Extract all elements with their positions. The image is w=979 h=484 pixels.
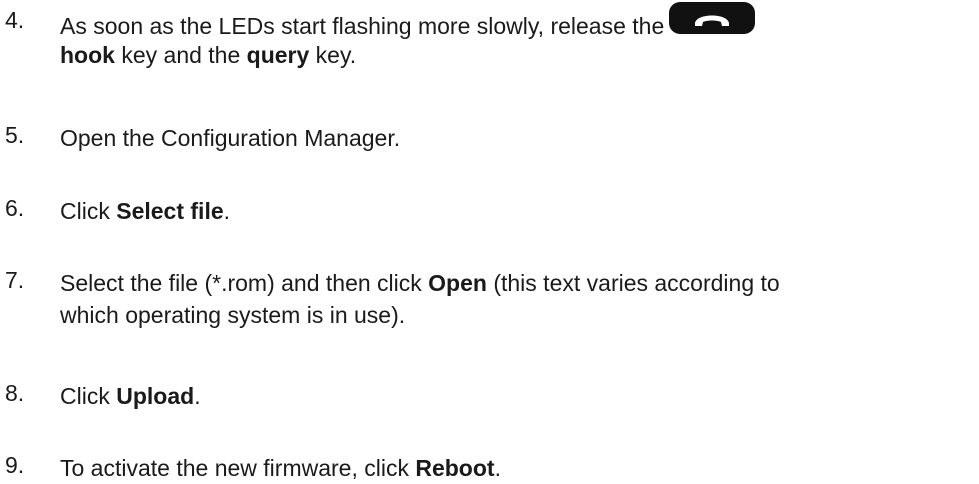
query-key-label: query xyxy=(246,42,310,68)
select-file-label: Select file xyxy=(116,198,224,224)
step-text-segment: Select the file (*.rom) and then click xyxy=(60,270,429,296)
hook-key-label: hook xyxy=(60,42,115,68)
step-text-segment: . xyxy=(494,455,501,481)
reboot-label: Reboot xyxy=(415,455,495,481)
hook-key-icon xyxy=(668,1,756,43)
step-line: To activate the new firmware, click Rebo… xyxy=(60,452,975,484)
step-number: 4. xyxy=(5,7,25,33)
step-text: Click Upload. xyxy=(60,380,975,412)
step-text-segment: key and the xyxy=(114,42,247,68)
step-text: As soon as the LEDs start flashing more … xyxy=(60,2,975,71)
step-line: Click Upload. xyxy=(60,380,975,412)
step-text-segment: Click xyxy=(60,383,117,409)
step-text-segment: To activate the new firmware, click xyxy=(60,455,416,481)
step-text: Open the Configuration Manager. xyxy=(60,122,975,154)
step-number: 6. xyxy=(5,195,25,221)
step-line: Open the Configuration Manager. xyxy=(60,125,401,151)
step-number: 5. xyxy=(5,122,25,148)
step-text: Select the file (*.rom) and then click O… xyxy=(60,267,975,331)
step-line: Select the file (*.rom) and then click O… xyxy=(60,267,975,299)
step-text-segment: (this text varies according to xyxy=(486,270,780,296)
step-text-segment: . xyxy=(194,383,201,409)
step-number: 7. xyxy=(5,267,25,293)
step-text-segment: . xyxy=(223,198,231,224)
step-text-segment: As soon as the LEDs start flashing more … xyxy=(60,13,665,40)
step-line: Click Select file. xyxy=(60,195,975,227)
step-number: 9. xyxy=(5,452,25,478)
step-line: As soon as the LEDs start flashing more … xyxy=(60,2,975,40)
step-text: Click Select file. xyxy=(60,195,975,227)
upload-label: Upload xyxy=(116,383,195,409)
step-text-segment: Click xyxy=(60,198,117,224)
step-line: which operating system is in use). xyxy=(60,302,406,328)
step-text: To activate the new firmware, click Rebo… xyxy=(60,452,975,484)
step-text-segment: key. xyxy=(309,42,357,68)
open-label: Open xyxy=(428,270,487,296)
step-line: hook key and the query key. xyxy=(60,39,975,71)
step-number: 8. xyxy=(5,380,25,406)
